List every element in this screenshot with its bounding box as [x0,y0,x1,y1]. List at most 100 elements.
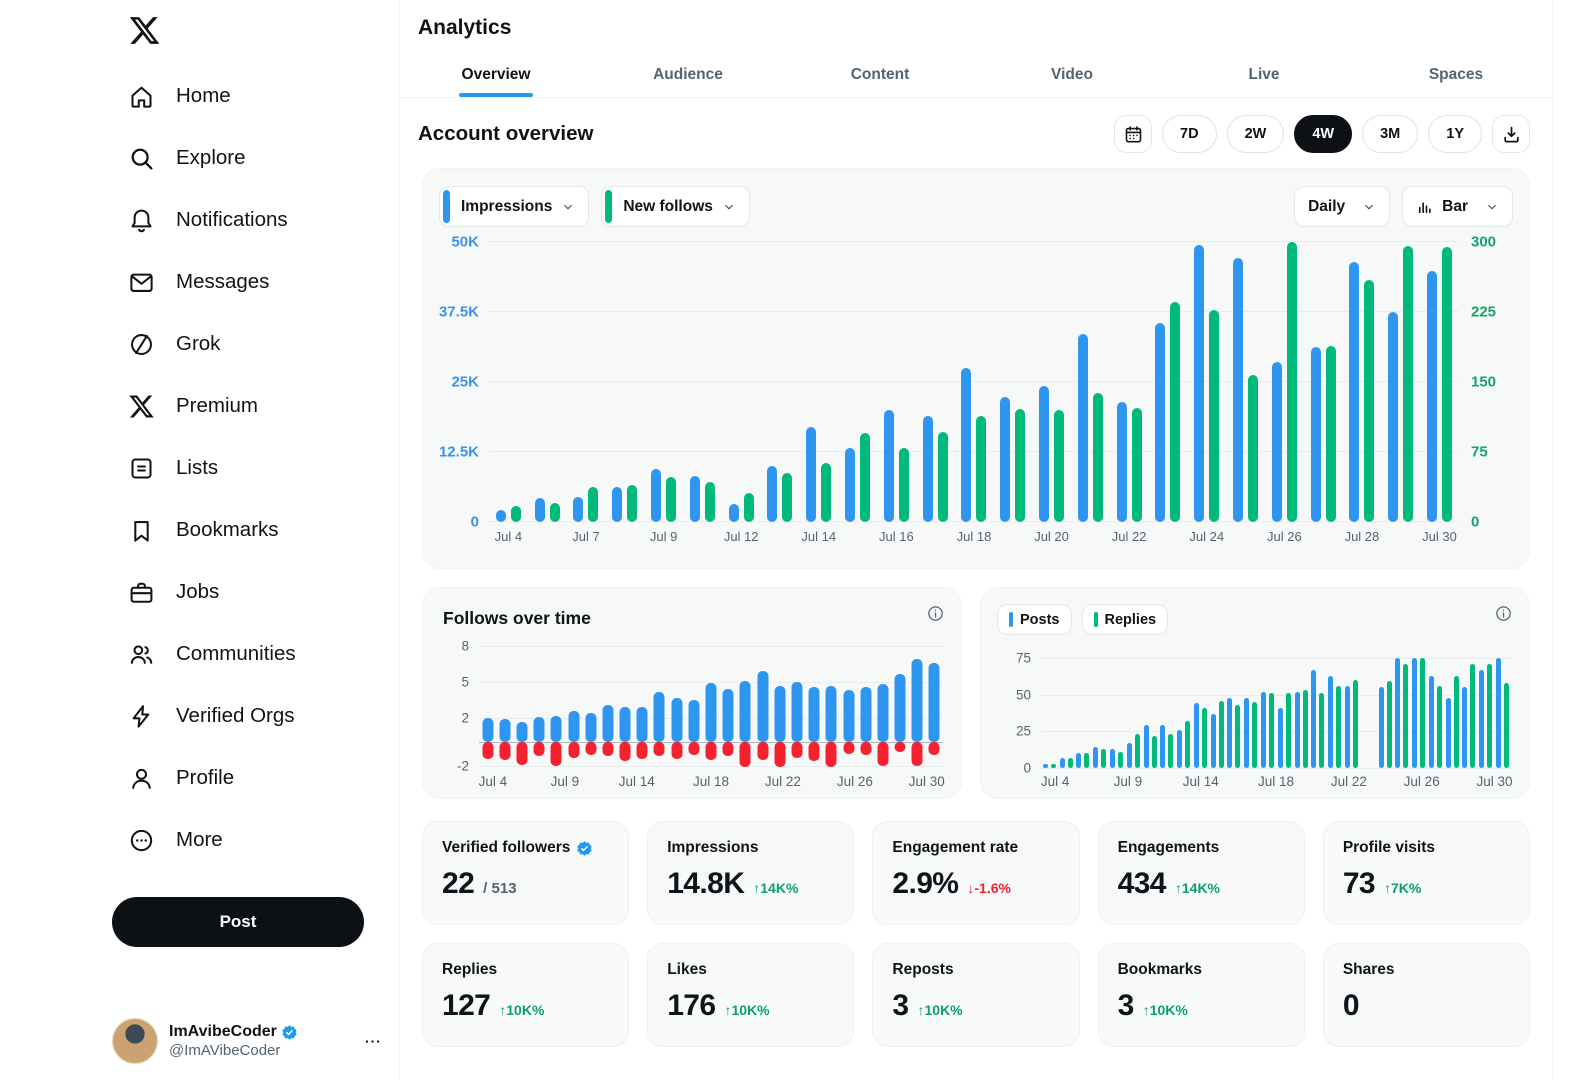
left-axis-tick: 37.5K [439,304,479,321]
day-group [1265,242,1304,522]
x-icon [128,393,155,420]
replies-bar [1051,764,1056,768]
chevron-down-icon [722,200,736,214]
chart-type-dropdown[interactable]: Bar [1402,186,1513,227]
sidebar-item-label: Jobs [176,580,219,604]
x-axis-label: Jul 30 [1477,774,1513,789]
interval-dropdown[interactable]: Daily [1294,186,1390,227]
metric-card-replies: Replies127↑10K% [422,943,629,1047]
home-icon [128,83,155,110]
tab-audience[interactable]: Audience [592,53,784,97]
sidebar-item-premium[interactable]: Premium [128,375,399,437]
metric-value-row: 3↑10K% [1118,989,1285,1023]
metric-value: 73 [1343,867,1375,901]
day-group [1110,242,1149,522]
metric-label: Reposts [892,961,1059,979]
metric-card-likes: Likes176↑10K% [647,943,854,1047]
legend-replies[interactable]: Replies [1082,604,1169,635]
range-2w[interactable]: 2W [1227,115,1285,153]
account-switcher[interactable]: ImAvibeCoder @ImAVibeCoder [112,1018,382,1064]
day-group [823,646,840,766]
day-group [1226,242,1265,522]
posts-bar [1295,692,1300,768]
calendar-button[interactable] [1114,115,1152,153]
new-follows-bar [1326,346,1336,522]
posts-bar [1043,764,1048,768]
range-4w[interactable]: 4W [1294,115,1352,153]
download-button[interactable] [1492,115,1530,153]
sidebar-item-verified-orgs[interactable]: Verified Orgs [128,685,399,747]
sidebar-item-label: Lists [176,456,218,480]
info-icon[interactable] [926,604,945,623]
person-icon [128,765,155,792]
sidebar-item-jobs[interactable]: Jobs [128,561,399,623]
sidebar-item-profile[interactable]: Profile [128,747,399,809]
tab-overview[interactable]: Overview [400,53,592,97]
sidebar-item-more[interactable]: More [128,809,399,871]
tab-label: Video [1051,66,1093,84]
more-options-icon[interactable] [363,1032,382,1051]
metric-value-row: 3↑10K% [892,989,1059,1023]
main-plot-wrap: 012.5K25K37.5K50K 075150225300 [439,242,1513,522]
metric-value: 2.9% [892,867,958,901]
tab-video[interactable]: Video [976,53,1168,97]
metric-value: 22 [442,867,474,901]
main-plot [489,242,1459,522]
sidebar-item-bookmarks[interactable]: Bookmarks [128,499,399,561]
metric-value-row: 2.9%↓-1.6% [892,867,1059,901]
day-group [877,242,916,522]
impressions-bar [1194,245,1204,522]
replies-bar [1185,721,1190,768]
range-7d[interactable]: 7D [1162,115,1217,153]
impressions-series-dropdown[interactable]: Impressions [439,186,589,227]
impressions-bar [573,497,583,522]
new-follows-bar [705,482,715,522]
sidebar-item-messages[interactable]: Messages [128,251,399,313]
avatar [112,1018,158,1064]
range-1y[interactable]: 1Y [1428,115,1482,153]
sidebar-item-communities[interactable]: Communities [128,623,399,685]
follows-lost-bar [671,742,682,759]
metric-cards: Verified followers22/ 513Impressions14.8… [422,821,1530,1047]
active-tab-underline [459,93,533,97]
x-logo-icon[interactable] [128,14,161,47]
tab-spaces[interactable]: Spaces [1360,53,1552,97]
right-axis-tick: 225 [1471,304,1496,321]
day-group [1032,242,1071,522]
right-axis-tick: 150 [1471,374,1496,391]
day-group [1259,658,1276,768]
tab-label: Overview [462,66,531,84]
follows-gained-bar [860,687,871,742]
post-button[interactable]: Post [112,897,364,947]
range-3m[interactable]: 3M [1362,115,1418,153]
sidebar-item-grok[interactable]: Grok [128,313,399,375]
posts-plot: 7550250 [1041,658,1511,768]
replies-bar [1454,676,1459,768]
legend-posts[interactable]: Posts [997,604,1072,635]
y-axis-tick: 50 [1003,687,1031,702]
secondary-charts-row: Follows over time 852-2 Jul 4Jul 9Jul 14… [422,587,1530,799]
y-axis-tick: 5 [441,675,469,690]
metric-label-text: Bookmarks [1118,961,1202,979]
sidebar-item-label: Home [176,84,231,108]
sidebar-item-lists[interactable]: Lists [128,437,399,499]
sidebar-item-explore[interactable]: Explore [128,127,399,189]
sidebar-item-notifications[interactable]: Notifications [128,189,399,251]
day-group [1158,658,1175,768]
follows-gained-bar [706,683,717,742]
follows-lost-bar [688,742,699,755]
replies-bar [1303,690,1308,768]
sidebar-item-home[interactable]: Home [128,65,399,127]
sidebar-item-label: Premium [176,394,258,418]
tab-content[interactable]: Content [784,53,976,97]
x-axis-label: Jul 18 [693,774,729,789]
replies-bar [1420,658,1425,768]
tab-live[interactable]: Live [1168,53,1360,97]
day-group [605,242,644,522]
posts-bar [1144,725,1149,768]
new-follows-series-dropdown[interactable]: New follows [601,186,750,227]
x-axis-label [1071,529,1110,544]
info-icon[interactable] [1494,604,1513,623]
sidebar-nav: Home ExploreNotificationsMessagesGrok Prem… [128,65,399,871]
follows-lost-bar [482,742,493,759]
